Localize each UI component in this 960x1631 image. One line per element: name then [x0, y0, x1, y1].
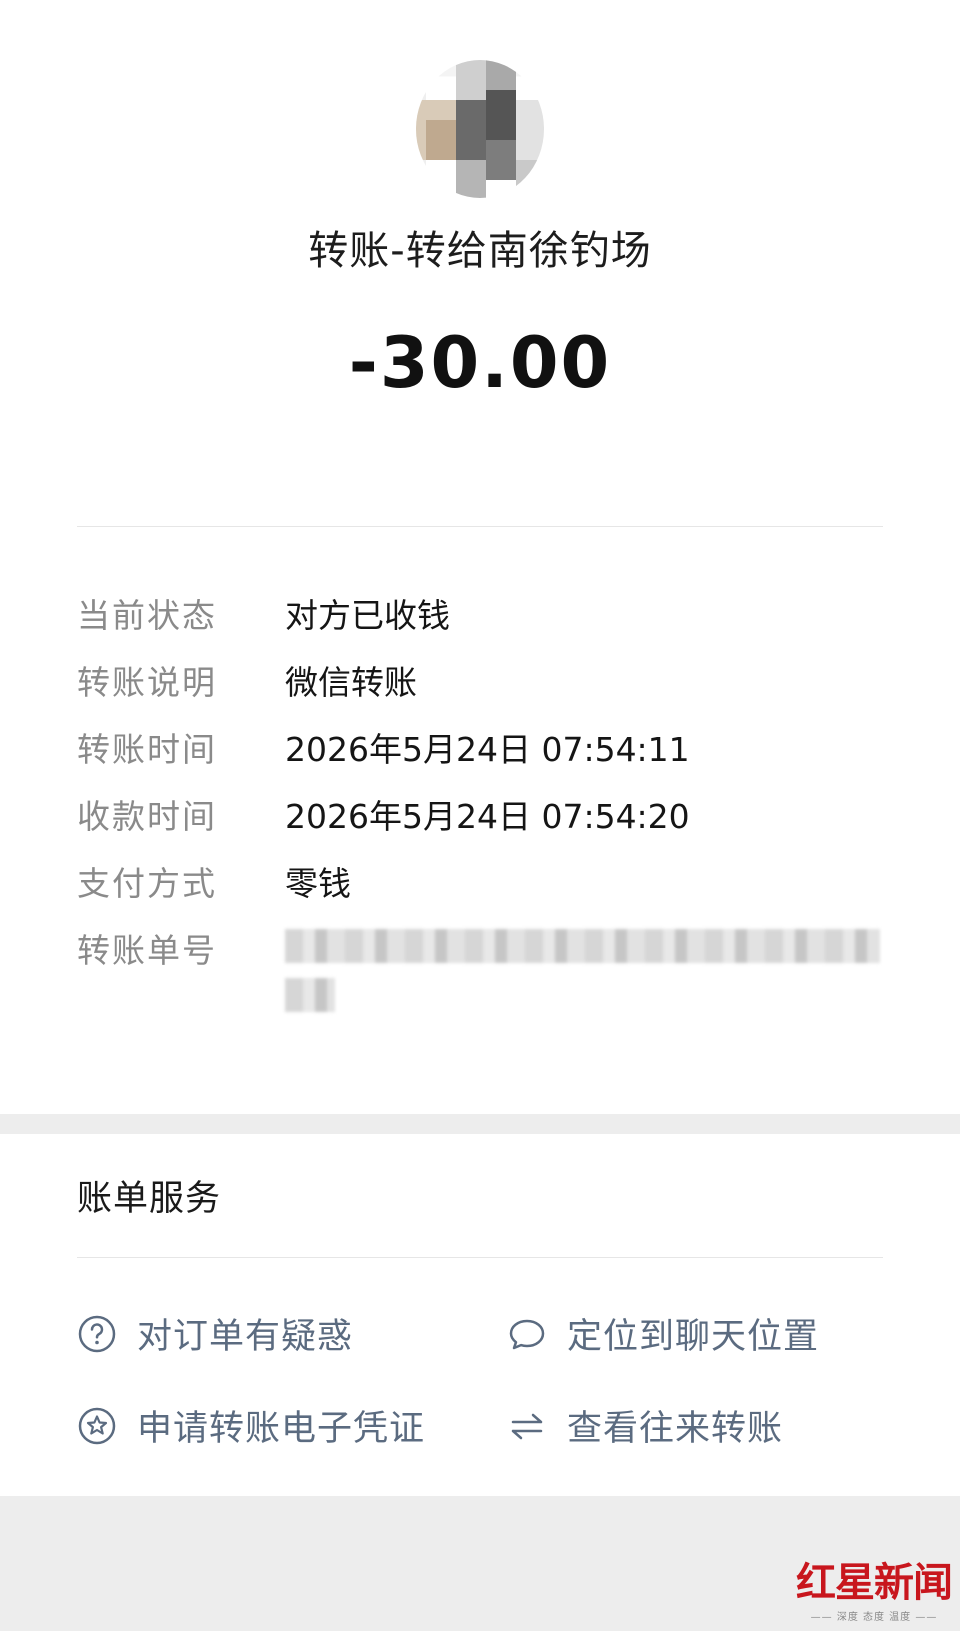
transfer-detail-card: 转账-转给南徐钓场 -30.00 当前状态 对方已收钱 转账说明 微信转账 转账… — [0, 0, 960, 1114]
transfer-number-label: 转账单号 — [77, 931, 217, 970]
avatar — [416, 60, 544, 198]
chat-bubble-icon — [509, 1319, 545, 1349]
divider — [77, 1257, 883, 1258]
watermark-logo-text: 红星新闻 — [796, 1559, 953, 1606]
receive-time-label: 收款时间 — [77, 797, 217, 836]
locate-chat-button[interactable]: 定位到聊天位置 — [507, 1308, 819, 1359]
view-transfers-label: 查看往来转账 — [567, 1409, 784, 1449]
bill-service-card: 账单服务 对订单有疑惑 定位到聊天位置 申请转账电子凭证 查看往来转账 — [0, 1134, 960, 1496]
note-value: 微信转账 — [285, 663, 417, 702]
receive-time-value: 2026年5月24日 07:54:20 — [285, 797, 690, 836]
status-label: 当前状态 — [77, 596, 217, 635]
swap-arrows-icon — [511, 1413, 543, 1439]
transfer-amount: -30.00 — [348, 322, 612, 404]
transfer-time-label: 转账时间 — [77, 730, 217, 769]
divider — [77, 526, 883, 527]
star-badge-icon — [78, 1407, 116, 1444]
apply-voucher-label: 申请转账电子凭证 — [137, 1409, 426, 1449]
order-question-label: 对订单有疑惑 — [137, 1317, 354, 1357]
transfer-title: 转账-转给南徐钓场 — [308, 228, 652, 274]
apply-voucher-button[interactable]: 申请转账电子凭证 — [77, 1400, 425, 1451]
news-watermark: 红星新闻 —— 深度 态度 温度 —— — [796, 1550, 953, 1623]
watermark-tagline: —— 深度 态度 温度 —— — [810, 1612, 938, 1623]
bill-service-title: 账单服务 — [77, 1179, 222, 1219]
transfer-time-value: 2026年5月24日 07:54:11 — [285, 730, 690, 769]
question-circle-icon — [78, 1315, 116, 1352]
payment-method-label: 支付方式 — [77, 864, 217, 903]
locate-chat-label: 定位到聊天位置 — [567, 1317, 820, 1357]
note-label: 转账说明 — [77, 663, 217, 702]
payment-method-value: 零钱 — [285, 864, 351, 903]
status-value: 对方已收钱 — [285, 596, 450, 635]
order-question-button[interactable]: 对订单有疑惑 — [77, 1308, 353, 1359]
view-transfers-button[interactable]: 查看往来转账 — [507, 1400, 783, 1451]
